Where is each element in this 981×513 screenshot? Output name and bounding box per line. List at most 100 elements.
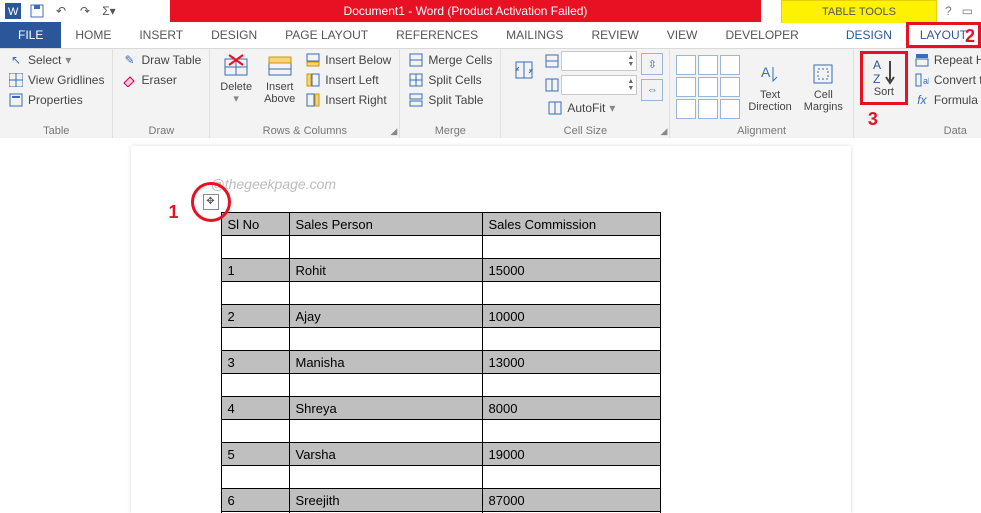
table-cell[interactable]: Sales Commission bbox=[482, 213, 660, 236]
svg-text:Z: Z bbox=[873, 72, 880, 85]
merge-cells-button[interactable]: Merge Cells bbox=[406, 51, 494, 69]
tab-mailings[interactable]: MAILINGS bbox=[492, 22, 577, 48]
text-direction-icon: A bbox=[757, 61, 783, 87]
insert-left-button[interactable]: Insert Left bbox=[303, 71, 393, 89]
insert-right-button[interactable]: Insert Right bbox=[303, 91, 393, 109]
group-table: ↖Select ▾ View Gridlines Properties Tabl… bbox=[0, 49, 113, 139]
group-merge: Merge Cells Split Cells Split Table Merg… bbox=[400, 49, 501, 139]
table-cell[interactable]: 87000 bbox=[482, 489, 660, 512]
eraser-label: Eraser bbox=[141, 73, 176, 87]
table-cell[interactable]: 13000 bbox=[482, 351, 660, 374]
autofit-icon bbox=[511, 57, 537, 83]
table-row: Sl No Sales Person Sales Commission bbox=[221, 213, 660, 236]
table-row bbox=[221, 374, 660, 397]
ribbon: ↖Select ▾ View Gridlines Properties Tabl… bbox=[0, 49, 981, 140]
save-icon[interactable] bbox=[28, 2, 46, 20]
word-app-icon[interactable]: W bbox=[4, 2, 22, 20]
tab-design[interactable]: DESIGN bbox=[197, 22, 271, 48]
table-row: 4 Shreya 8000 bbox=[221, 397, 660, 420]
table-cell[interactable]: 2 bbox=[221, 305, 289, 328]
undo-icon[interactable]: ↶ bbox=[52, 2, 70, 20]
tab-file[interactable]: FILE bbox=[0, 22, 61, 48]
distribute-rows-button[interactable]: ⇳ bbox=[641, 53, 663, 75]
gridlines-label: View Gridlines bbox=[28, 73, 104, 87]
split-cells-button[interactable]: Split Cells bbox=[406, 71, 494, 89]
table-row: 2 Ajay 10000 bbox=[221, 305, 660, 328]
table-row bbox=[221, 466, 660, 489]
redo-icon[interactable]: ↷ bbox=[76, 2, 94, 20]
table-cell[interactable]: 15000 bbox=[482, 259, 660, 282]
table-cell[interactable]: Ajay bbox=[289, 305, 482, 328]
ribbon-display-icon[interactable]: ▭ bbox=[962, 4, 973, 18]
repeat-header-rows-button[interactable]: Repeat Header Rows bbox=[912, 51, 981, 69]
insert-below-button[interactable]: Insert Below bbox=[303, 51, 393, 69]
split-table-label: Split Table bbox=[428, 93, 483, 107]
tab-references[interactable]: REFERENCES bbox=[382, 22, 492, 48]
cell-margins-icon bbox=[810, 61, 836, 87]
table-cell[interactable]: Sl No bbox=[221, 213, 289, 236]
table-container: 1 ✥ Sl No Sales Person Sales Commission … bbox=[221, 212, 661, 513]
table-row bbox=[221, 282, 660, 305]
help-icon[interactable]: ? bbox=[945, 4, 952, 18]
formula-icon: fx bbox=[914, 92, 930, 108]
table-cell[interactable]: 10000 bbox=[482, 305, 660, 328]
dialog-launcher-icon[interactable]: ◢ bbox=[390, 126, 397, 137]
table-cell[interactable]: Shreya bbox=[289, 397, 482, 420]
svg-text:A: A bbox=[873, 58, 881, 72]
sort-button[interactable]: AZ Sort bbox=[867, 56, 901, 100]
convert-text-icon: ab bbox=[914, 72, 930, 88]
word-table[interactable]: Sl No Sales Person Sales Commission 1 Ro… bbox=[221, 212, 661, 513]
table-cell[interactable]: 5 bbox=[221, 443, 289, 466]
insert-below-icon bbox=[305, 52, 321, 68]
sort-label: Sort bbox=[874, 86, 894, 98]
table-cell[interactable]: 19000 bbox=[482, 443, 660, 466]
table-cell[interactable]: Sales Person bbox=[289, 213, 482, 236]
group-title-merge: Merge bbox=[406, 123, 494, 139]
tab-page-layout[interactable]: PAGE LAYOUT bbox=[271, 22, 382, 48]
tab-review[interactable]: REVIEW bbox=[577, 22, 652, 48]
table-move-handle[interactable]: ✥ bbox=[203, 194, 219, 210]
tab-home[interactable]: HOME bbox=[61, 22, 125, 48]
cell-margins-button[interactable]: Cell Margins bbox=[800, 59, 847, 115]
insert-left-label: Insert Left bbox=[325, 73, 378, 87]
formula-button[interactable]: fxFormula bbox=[912, 91, 981, 109]
dialog-launcher-icon[interactable]: ◢ bbox=[660, 126, 667, 137]
eraser-button[interactable]: Eraser bbox=[119, 71, 203, 89]
table-cell[interactable]: 4 bbox=[221, 397, 289, 420]
table-cell[interactable]: Sreejith bbox=[289, 489, 482, 512]
autofit-label: AutoFit bbox=[567, 101, 605, 115]
select-button[interactable]: ↖Select ▾ bbox=[6, 51, 106, 69]
table-cell[interactable]: Varsha bbox=[289, 443, 482, 466]
table-row: 3 Manisha 13000 bbox=[221, 351, 660, 374]
table-row bbox=[221, 328, 660, 351]
table-cell[interactable]: Rohit bbox=[289, 259, 482, 282]
table-cell[interactable]: 1 bbox=[221, 259, 289, 282]
alignment-grid[interactable] bbox=[676, 55, 740, 119]
table-cell[interactable]: 8000 bbox=[482, 397, 660, 420]
table-cell[interactable]: Manisha bbox=[289, 351, 482, 374]
row-height-field[interactable]: ▲▼ bbox=[561, 51, 637, 71]
draw-table-button[interactable]: ✎Draw Table bbox=[119, 51, 203, 69]
tab-developer[interactable]: DEVELOPER bbox=[711, 22, 812, 48]
window-title: Document1 - Word (Product Activation Fai… bbox=[170, 0, 761, 22]
view-gridlines-button[interactable]: View Gridlines bbox=[6, 71, 106, 89]
split-table-button[interactable]: Split Table bbox=[406, 91, 494, 109]
autofit-button[interactable]: AutoFit ▾ bbox=[545, 99, 637, 117]
document-area: @thegeekpage.com 1 ✥ Sl No Sales Person … bbox=[0, 138, 981, 513]
select-label: Select bbox=[28, 53, 61, 67]
insert-above-button[interactable]: Insert Above bbox=[260, 51, 299, 107]
draw-table-label: Draw Table bbox=[141, 53, 201, 67]
distribute-columns-button[interactable]: ⇔ bbox=[641, 79, 663, 101]
tab-table-design[interactable]: DESIGN bbox=[832, 22, 906, 48]
properties-button[interactable]: Properties bbox=[6, 91, 106, 109]
text-direction-button[interactable]: A Text Direction bbox=[744, 59, 795, 115]
page[interactable]: @thegeekpage.com 1 ✥ Sl No Sales Person … bbox=[131, 146, 851, 513]
table-cell[interactable]: 3 bbox=[221, 351, 289, 374]
tab-insert[interactable]: INSERT bbox=[125, 22, 197, 48]
convert-to-text-button[interactable]: abConvert to Text bbox=[912, 71, 981, 89]
table-cell[interactable]: 6 bbox=[221, 489, 289, 512]
tab-view[interactable]: VIEW bbox=[653, 22, 712, 48]
delete-button[interactable]: Delete▾ bbox=[216, 51, 256, 107]
col-width-field[interactable]: ▲▼ bbox=[561, 75, 637, 95]
autosum-icon[interactable]: Σ▾ bbox=[100, 2, 118, 20]
